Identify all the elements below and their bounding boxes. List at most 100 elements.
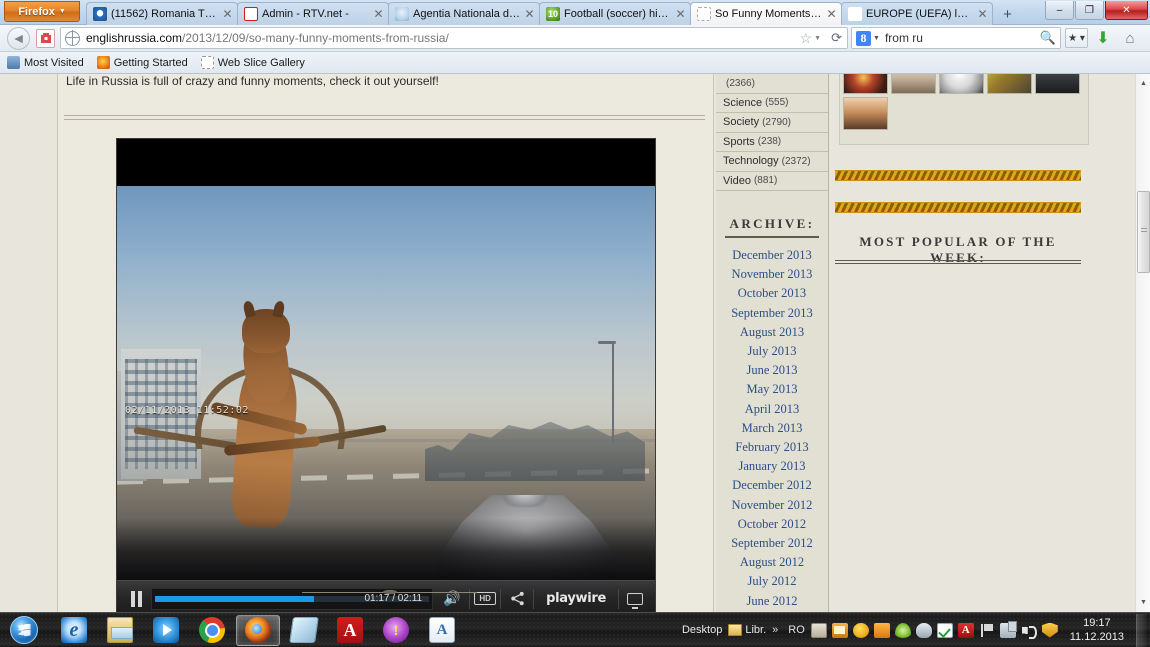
google-icon[interactable]: 8: [856, 30, 871, 46]
minimize-button[interactable]: –: [1045, 1, 1074, 20]
start-button[interactable]: [0, 614, 48, 647]
archive-month-link[interactable]: June 2012: [716, 592, 828, 611]
sidebar-category-technology[interactable]: Technology (2372): [716, 152, 828, 172]
archive-month-link[interactable]: March 2013: [716, 419, 828, 438]
sidebar-category-video[interactable]: Video (881): [716, 172, 828, 191]
archive-month-link[interactable]: May 2013: [716, 380, 828, 399]
taskbar-document-app[interactable]: A: [420, 615, 464, 646]
bookmark-star-group[interactable]: ☆ ▼: [800, 30, 822, 47]
scroll-up-icon[interactable]: ▲: [1136, 76, 1150, 91]
chevron-down-icon[interactable]: ▼: [873, 35, 880, 42]
taskbar-internet-explorer[interactable]: e: [52, 615, 96, 646]
thumbnail-man[interactable]: [843, 97, 888, 130]
overflow-chevron-icon[interactable]: »: [772, 624, 778, 636]
archive-month-link[interactable]: November 2012: [716, 496, 828, 515]
taskbar-sticky-notes[interactable]: [282, 615, 326, 646]
taskbar-windows-explorer[interactable]: [98, 615, 142, 646]
archive-month-link[interactable]: October 2012: [716, 515, 828, 534]
share-icon[interactable]: [505, 591, 529, 606]
scroll-down-icon[interactable]: ▼: [1136, 595, 1150, 610]
mail-icon[interactable]: [831, 622, 848, 638]
bookmark-web-slice-gallery[interactable]: Web Slice Gallery: [200, 56, 305, 69]
close-window-button[interactable]: ✕: [1105, 1, 1148, 20]
smiley-icon[interactable]: [852, 622, 869, 638]
tab-football-highlights[interactable]: 10 Football (soccer) highlig... ✕: [539, 2, 691, 25]
desktop-toolbar-label[interactable]: Desktop: [682, 624, 722, 636]
archive-month-link[interactable]: April 2013: [716, 400, 828, 419]
flag-icon[interactable]: [979, 623, 995, 638]
keyboard-icon[interactable]: [810, 622, 827, 638]
archive-month-link[interactable]: September 2012: [716, 534, 828, 553]
nvidia-eye-icon[interactable]: [894, 622, 911, 638]
library-toolbar[interactable]: Libr.: [728, 624, 766, 636]
archive-month-link[interactable]: August 2013: [716, 323, 828, 342]
sidebar-category-clipped[interactable]: (2366): [716, 74, 828, 94]
archive-month-link[interactable]: July 2012: [716, 572, 828, 591]
new-tab-button[interactable]: +: [996, 4, 1019, 25]
sidebar-category-science[interactable]: Science (555): [716, 94, 828, 113]
site-identity-icon[interactable]: [36, 28, 55, 48]
tab-agentia-nationala[interactable]: Agentia Nationala de Pre... ✕: [388, 2, 540, 25]
bookmark-most-visited[interactable]: Most Visited: [7, 56, 84, 69]
search-icon[interactable]: 🔍: [1040, 30, 1056, 46]
headphones-icon[interactable]: [915, 622, 932, 638]
thumbnail-portrait[interactable]: [891, 74, 936, 94]
close-icon[interactable]: ✕: [523, 8, 536, 20]
language-indicator[interactable]: RO: [788, 624, 805, 636]
show-desktop-button[interactable]: [1136, 613, 1146, 647]
close-icon[interactable]: ✕: [976, 8, 989, 20]
action-center-shield-icon[interactable]: [1041, 622, 1058, 638]
bookmark-getting-started[interactable]: Getting Started: [96, 56, 188, 69]
pause-button[interactable]: [125, 589, 147, 609]
archive-month-link[interactable]: January 2013: [716, 457, 828, 476]
address-bar[interactable]: englishrussia.com/2013/12/09/so-many-fun…: [60, 27, 848, 49]
playwire-brand-logo[interactable]: playwire: [538, 591, 614, 606]
taskbar-clock[interactable]: 19:17 11.12.2013: [1064, 616, 1130, 644]
antivirus-check-icon[interactable]: [936, 622, 953, 638]
thumbnail-gold[interactable]: [987, 74, 1032, 94]
bookmarks-menu-button[interactable]: ★ ▾: [1065, 28, 1088, 48]
scrollbar-thumb[interactable]: [1137, 191, 1150, 273]
close-icon[interactable]: ✕: [825, 8, 838, 20]
taskbar-google-chrome[interactable]: [190, 615, 234, 646]
sidebar-category-society[interactable]: Society (2790): [716, 113, 828, 133]
tab-admin-rtv[interactable]: R Admin - RTV.net - ✕: [237, 2, 389, 25]
star-icon[interactable]: ☆: [800, 30, 813, 47]
archive-month-link[interactable]: September 2013: [716, 304, 828, 323]
volume-icon[interactable]: [1021, 623, 1037, 639]
taskbar-media-player[interactable]: [144, 615, 188, 646]
video-player[interactable]: 02/11/2013 11:52:02 01:17 / 02:11 🔊 HD p…: [116, 138, 656, 612]
fullscreen-icon[interactable]: [623, 592, 647, 609]
archive-month-link[interactable]: November 2013: [716, 265, 828, 284]
download-manager-icon[interactable]: [873, 622, 890, 638]
taskbar-adobe-reader[interactable]: A: [328, 615, 372, 646]
network-icon[interactable]: [999, 620, 1017, 638]
chevron-down-icon[interactable]: ▼: [814, 35, 821, 42]
sidebar-category-sports[interactable]: Sports (238): [716, 133, 828, 152]
archive-month-link[interactable]: June 2013: [716, 361, 828, 380]
archive-month-link[interactable]: December 2012: [716, 476, 828, 495]
tab-romania-tv[interactable]: (11562) Romania TV Web... ✕: [86, 2, 238, 25]
firefox-menu-button[interactable]: Firefox ▼: [4, 1, 80, 22]
downloads-icon[interactable]: ⬇: [1091, 27, 1115, 49]
thumbnail-ball[interactable]: [939, 74, 984, 94]
reload-icon[interactable]: ⟳: [831, 30, 842, 46]
pdf-icon[interactable]: A: [957, 622, 974, 638]
archive-month-link[interactable]: February 2013: [716, 438, 828, 457]
close-icon[interactable]: ✕: [221, 8, 234, 20]
video-canvas[interactable]: 02/11/2013 11:52:02: [117, 139, 655, 580]
tab-uefa-league[interactable]: ✕ EUROPE (UEFA) league - ... ✕: [841, 2, 993, 25]
tab-so-funny-moments[interactable]: So Funny Moments Fro... ✕: [690, 2, 842, 25]
close-icon[interactable]: ✕: [372, 8, 385, 20]
close-icon[interactable]: ✕: [674, 8, 687, 20]
page-scrollbar[interactable]: ▲ ▼: [1135, 74, 1150, 612]
thumbnail-dark-room[interactable]: [1035, 74, 1080, 94]
home-icon[interactable]: ⌂: [1118, 27, 1142, 49]
taskbar-mozilla-firefox[interactable]: [236, 614, 280, 646]
taskbar-yahoo-messenger[interactable]: !: [374, 615, 418, 646]
archive-month-link[interactable]: July 2013: [716, 342, 828, 361]
search-input[interactable]: from ru: [885, 31, 1040, 45]
archive-month-link[interactable]: October 2013: [716, 284, 828, 303]
search-bar[interactable]: 8 ▼ from ru 🔍: [851, 27, 1061, 49]
back-button[interactable]: ◄: [7, 26, 30, 50]
